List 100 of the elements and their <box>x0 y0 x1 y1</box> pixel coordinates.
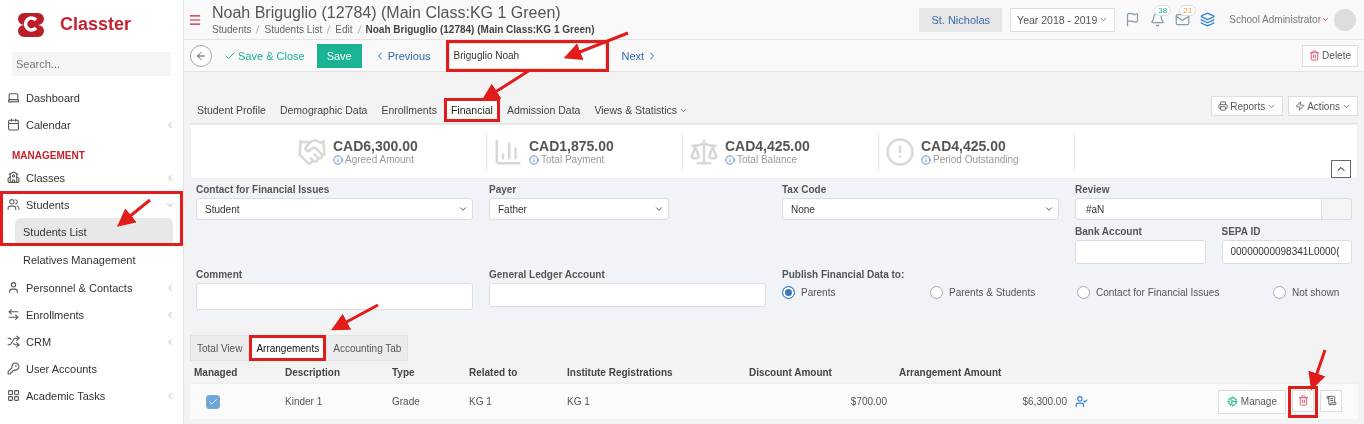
nav-item[interactable]: User Accounts <box>0 355 183 382</box>
collapse-button[interactable] <box>1331 160 1351 178</box>
column-header[interactable]: Related to <box>465 366 563 378</box>
reports-dropdown[interactable]: Reports <box>1211 96 1284 116</box>
trash-icon <box>1309 50 1321 61</box>
column-header[interactable]: Arrangement Amount <box>895 366 1075 378</box>
tab[interactable]: Views & Statistics <box>587 98 696 122</box>
school-button[interactable]: St. Nicholas <box>919 7 1003 32</box>
nav-subitem[interactable]: Relatives Management <box>15 246 173 274</box>
nav-item[interactable]: Calendar <box>0 111 183 138</box>
user-check-icon[interactable] <box>1075 395 1088 408</box>
ledger-account-field[interactable] <box>489 283 766 308</box>
grid-icon <box>7 389 20 402</box>
radio-button[interactable] <box>1077 286 1090 300</box>
field-label: Bank Account <box>1075 225 1143 237</box>
stat-label: Total Payment <box>529 154 614 165</box>
classroom-icon <box>7 171 20 184</box>
stat-amount: CAD4,425.00 <box>921 138 1007 154</box>
info-icon <box>921 154 931 165</box>
field-label: General Ledger Account <box>489 269 606 281</box>
radio-button[interactable] <box>930 286 943 300</box>
annotation-arrow <box>1308 349 1327 391</box>
caret-icon[interactable] <box>1321 15 1330 24</box>
field-label: Payer <box>489 184 518 195</box>
manage-button[interactable]: Manage <box>1217 389 1286 414</box>
radio-button[interactable] <box>1273 286 1286 300</box>
column-header[interactable]: Managed <box>190 366 281 378</box>
comment-field[interactable] <box>196 283 473 311</box>
annotation-arrow <box>117 198 151 227</box>
nav-item[interactable]: Classes <box>0 164 183 191</box>
nav-item[interactable]: Enrollments <box>0 301 183 328</box>
review-field[interactable]: #aN <box>1075 198 1322 220</box>
message-count: 21 <box>1179 5 1197 16</box>
radio-button[interactable] <box>782 286 795 300</box>
scroll-button[interactable] <box>1320 389 1342 412</box>
nav-item[interactable]: Dashboard <box>0 84 183 111</box>
nav-item[interactable]: Students <box>0 191 183 218</box>
breadcrumb[interactable]: Edit <box>335 24 353 35</box>
breadcrumb[interactable]: Students <box>212 24 252 35</box>
stat-amount: CAD6,300.00 <box>333 138 418 154</box>
nav-section-label: MANAGEMENT <box>11 149 86 163</box>
previous-button[interactable]: Previous <box>371 49 433 62</box>
next-button[interactable]: Next <box>619 49 661 62</box>
column-header[interactable]: Description <box>281 366 388 378</box>
info-icon <box>725 154 735 165</box>
tab[interactable]: Student Profile <box>190 98 273 122</box>
table-cell-text: $6,300.00 <box>1021 396 1068 407</box>
key-icon <box>7 362 20 375</box>
radio-label: Parents <box>801 287 836 299</box>
flag-icon[interactable] <box>1125 12 1141 27</box>
chevron-left-icon <box>165 282 175 293</box>
breadcrumb[interactable]: Students List <box>264 24 323 35</box>
annotation-arrow <box>331 303 379 331</box>
delete-row-button[interactable] <box>1292 389 1314 412</box>
subtab[interactable]: Total View <box>190 335 250 361</box>
tab[interactable]: Demographic Data <box>272 98 375 122</box>
payer-dropdown[interactable]: Father <box>489 198 669 220</box>
nav-item[interactable]: Academic Tasks <box>0 382 183 409</box>
menu-icon[interactable] <box>188 12 202 27</box>
notification-count: 38 <box>1154 5 1172 16</box>
bell-icon[interactable] <box>1150 12 1166 27</box>
nav-subitem[interactable]: Students List <box>15 218 173 246</box>
shuffle-icon <box>7 335 20 348</box>
search-field[interactable]: Search... <box>12 52 171 76</box>
subtab[interactable]: Accounting Tab <box>326 335 409 361</box>
field-label: Contact for Financial Issues <box>196 184 331 195</box>
actions-dropdown[interactable]: Actions <box>1288 96 1358 116</box>
printer-icon <box>1218 101 1229 111</box>
managed-checkbox[interactable] <box>206 394 220 409</box>
nav-item[interactable]: Personnel & Contacts <box>0 274 183 301</box>
contact-dropdown[interactable]: Student <box>196 198 473 220</box>
field-label: Publish Financial Data to: <box>782 269 906 281</box>
bank-account-field[interactable] <box>1075 239 1206 264</box>
layers-icon[interactable] <box>1200 12 1216 27</box>
sepa-id-field[interactable]: 00000000098341L0000( <box>1221 239 1352 264</box>
column-header[interactable]: Discount Amount <box>745 366 895 378</box>
lightning-icon <box>1295 101 1306 111</box>
info-icon <box>529 154 539 165</box>
gears-icon <box>1226 396 1238 407</box>
field-label: Comment <box>196 269 244 281</box>
tab[interactable]: Enrollments <box>374 98 444 122</box>
column-header[interactable]: Type <box>388 366 465 378</box>
tax-code-dropdown[interactable]: None <box>782 198 1059 220</box>
calendar-icon <box>7 118 20 131</box>
nav-item[interactable]: CRM <box>0 328 183 355</box>
field-addon[interactable] <box>1322 198 1352 220</box>
delete-button[interactable]: Delete <box>1302 44 1358 67</box>
back-button[interactable] <box>190 44 212 67</box>
user-name[interactable]: School Administrator <box>1229 14 1321 25</box>
mail-icon[interactable] <box>1175 12 1191 27</box>
tab[interactable]: Admission Data <box>499 98 588 122</box>
caret-icon <box>1099 15 1109 24</box>
radio-label: Parents & Students <box>949 287 1036 299</box>
year-dropdown[interactable]: Year 2018 - 2019 <box>1010 7 1116 32</box>
checkmark-icon <box>208 396 218 407</box>
users-icon <box>7 198 20 211</box>
stat-amount: CAD4,425.00 <box>725 138 810 154</box>
arrows-icon <box>7 308 20 321</box>
column-header[interactable]: Institute Registrations <box>563 366 745 378</box>
field-label: SEPA ID <box>1221 225 1262 237</box>
